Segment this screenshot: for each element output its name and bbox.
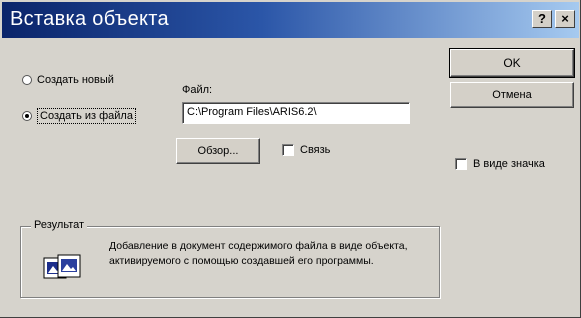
dialog-title: Вставка объекта xyxy=(10,8,169,30)
result-description: Добавление в документ содержимого файла … xyxy=(109,240,408,267)
display-as-icon-label: В виде значка xyxy=(473,158,545,170)
cancel-button[interactable]: Отмена xyxy=(450,82,574,108)
create-from-file-label: Создать из файла xyxy=(37,108,136,124)
help-button[interactable]: ? xyxy=(532,10,552,28)
insert-object-dialog: Вставка объекта ? × OK Отмена Создать но… xyxy=(0,0,581,318)
result-group-label: Результат xyxy=(31,219,88,231)
link-checkbox[interactable] xyxy=(282,144,294,156)
file-path-input[interactable]: C:\Program Files\ARIS6.2\ xyxy=(182,102,410,124)
browse-button[interactable]: Обзор... xyxy=(176,138,260,164)
display-as-icon-option[interactable]: В виде значка xyxy=(455,158,545,170)
create-from-file-option[interactable]: Создать из файла xyxy=(22,108,136,124)
display-as-icon-checkbox[interactable] xyxy=(455,158,467,170)
embedded-document-icon xyxy=(43,254,81,279)
file-label: Файл: xyxy=(182,84,213,96)
create-new-label: Создать новый xyxy=(37,74,114,86)
create-new-option[interactable]: Создать новый xyxy=(22,74,114,86)
create-from-file-radio[interactable] xyxy=(22,111,32,121)
link-option[interactable]: Связь xyxy=(282,144,330,156)
ok-button[interactable]: OK xyxy=(449,48,575,78)
create-new-radio[interactable] xyxy=(22,75,32,85)
link-label: Связь xyxy=(300,144,331,156)
title-bar[interactable]: Вставка объекта ? × xyxy=(2,2,579,38)
close-button[interactable]: × xyxy=(555,10,575,28)
result-group: Результат Добавление в документ содержим… xyxy=(20,219,440,298)
